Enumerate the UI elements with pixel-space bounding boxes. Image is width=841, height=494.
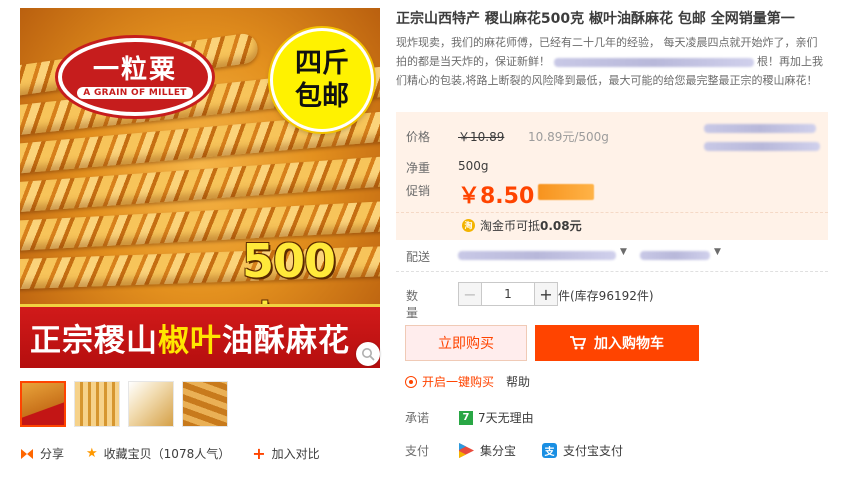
promo-line-2: 包邮 (295, 81, 349, 112)
promise-value[interactable]: 7天无理由 (478, 409, 534, 426)
promo-price-label: 促销 (406, 184, 431, 198)
promise-row: 承诺 7 7天无理由 (405, 409, 534, 426)
zoom-button[interactable] (356, 342, 380, 366)
banner-text: 正宗稷山椒叶油酥麻花 (30, 315, 350, 360)
banner-text-part-1: 正宗稷山 (30, 323, 158, 359)
coin-discount-value: 0.08元 (540, 219, 582, 233)
compare-button[interactable]: + 加入对比 (252, 444, 319, 463)
brand-name-en: A GRAIN OF MILLET (77, 87, 193, 99)
main-product-image[interactable]: 一粒粟 A GRAIN OF MILLET 四斤 包邮 500克 正宗稷山椒叶油… (20, 8, 380, 368)
payment-method-1-label: 集分宝 (480, 444, 517, 458)
thumbnail-4[interactable] (182, 381, 228, 427)
alipay-icon: 支 (542, 443, 558, 458)
net-weight: 500g (458, 159, 489, 173)
redacted-origin (458, 251, 616, 260)
delivery-row: 配送 ▼ ▼ (396, 240, 828, 272)
payment-row: 支付 集分宝 支 支付宝支付 (405, 442, 649, 459)
one-click-purchase: 开启一键购买 帮助 (405, 373, 530, 390)
share-label: 分享 (40, 447, 65, 461)
item-actions: 分享 ★ 收藏宝贝（1078人气） + 加入对比 (20, 444, 342, 463)
promo-badge: 四斤 包邮 (270, 28, 374, 132)
quantity-stepper: − + (458, 282, 558, 306)
brand-name-cn: 一粒粟 (92, 55, 177, 85)
help-link[interactable]: 帮助 (506, 373, 530, 390)
payment-label: 支付 (405, 444, 430, 458)
weight-label-text: 净重 (406, 161, 431, 175)
quantity-input[interactable] (482, 282, 534, 306)
favorite-button[interactable]: ★ 收藏宝贝（1078人气） (86, 445, 230, 462)
dropdown-caret-icon[interactable]: ▼ (620, 247, 627, 257)
thumbnail-3[interactable] (128, 381, 174, 427)
price-divider (396, 212, 828, 213)
one-click-link[interactable]: 开启一键购买 (422, 373, 494, 390)
coin-discount-prefix: 淘金币可抵 (480, 219, 541, 233)
promo-tag (538, 184, 594, 200)
one-click-icon[interactable] (405, 375, 417, 388)
unit-price: 10.89元/500g (528, 130, 609, 144)
thumbnail-2[interactable] (74, 381, 120, 427)
jifenbao-icon (459, 443, 474, 458)
price-panel: 价格 ￥10.89 10.89元/500g 净重 500g 促销 ￥8.50 淘… (396, 112, 828, 240)
quantity-label: 数量 (406, 289, 419, 320)
share-button[interactable]: 分享 (20, 445, 64, 462)
stock-info: 件(库存96192件) (558, 289, 654, 303)
redacted-info (704, 120, 820, 154)
share-icon (21, 448, 33, 459)
add-to-cart-button[interactable]: 加入购物车 (535, 325, 699, 361)
price-label: 价格 (406, 130, 431, 144)
dropdown-caret-icon[interactable]: ▼ (714, 247, 721, 257)
product-page: 一粒粟 A GRAIN OF MILLET 四斤 包邮 500克 正宗稷山椒叶油… (0, 0, 841, 494)
decrease-button[interactable]: − (458, 282, 482, 306)
buy-now-button[interactable]: 立即购买 (405, 325, 527, 361)
thumbnail-1[interactable] (20, 381, 66, 427)
seven-day-return-icon: 7 (459, 410, 473, 425)
coin-discount: 淘 淘金币可抵 0.08元 (462, 217, 582, 234)
add-to-cart-label: 加入购物车 (594, 336, 664, 352)
payment-method-2-label: 支付宝支付 (563, 444, 624, 458)
product-description: 现炸现卖，我们的麻花师傅，已经有二十几年的经验， 每天凌晨四点就开始炸了，亲们拍… (396, 33, 826, 90)
compare-label: 加入对比 (271, 447, 320, 461)
brand-logo: 一粒粟 A GRAIN OF MILLET (58, 38, 212, 116)
banner-text-part-3: 油酥麻花 (222, 323, 350, 359)
increase-button[interactable]: + (534, 282, 558, 306)
redacted-shipping (640, 251, 710, 260)
banner-text-highlight: 椒叶 (158, 323, 222, 359)
cart-icon (570, 336, 586, 350)
favorite-label: 收藏宝贝（1078人气） (103, 447, 231, 461)
promo-line-1: 四斤 (295, 48, 349, 79)
magnifier-icon (362, 348, 375, 361)
payment-method-alipay[interactable]: 支 支付宝支付 (542, 442, 623, 459)
redacted-text (553, 57, 754, 67)
product-title: 正宗山西特产 稷山麻花500克 椒叶油酥麻花 包邮 全网销量第一 (396, 11, 795, 27)
star-icon: ★ (86, 446, 98, 461)
sale-price: ￥8.50 (458, 184, 535, 209)
thumbnail-strip (20, 381, 228, 427)
coin-icon: 淘 (462, 219, 475, 232)
payment-method-jifenbao[interactable]: 集分宝 (459, 442, 516, 459)
original-price: ￥10.89 (458, 130, 505, 144)
plus-icon: + (252, 444, 266, 463)
delivery-label: 配送 (406, 250, 431, 264)
product-banner: 正宗稷山椒叶油酥麻花 (20, 304, 380, 368)
promise-label: 承诺 (405, 411, 430, 425)
